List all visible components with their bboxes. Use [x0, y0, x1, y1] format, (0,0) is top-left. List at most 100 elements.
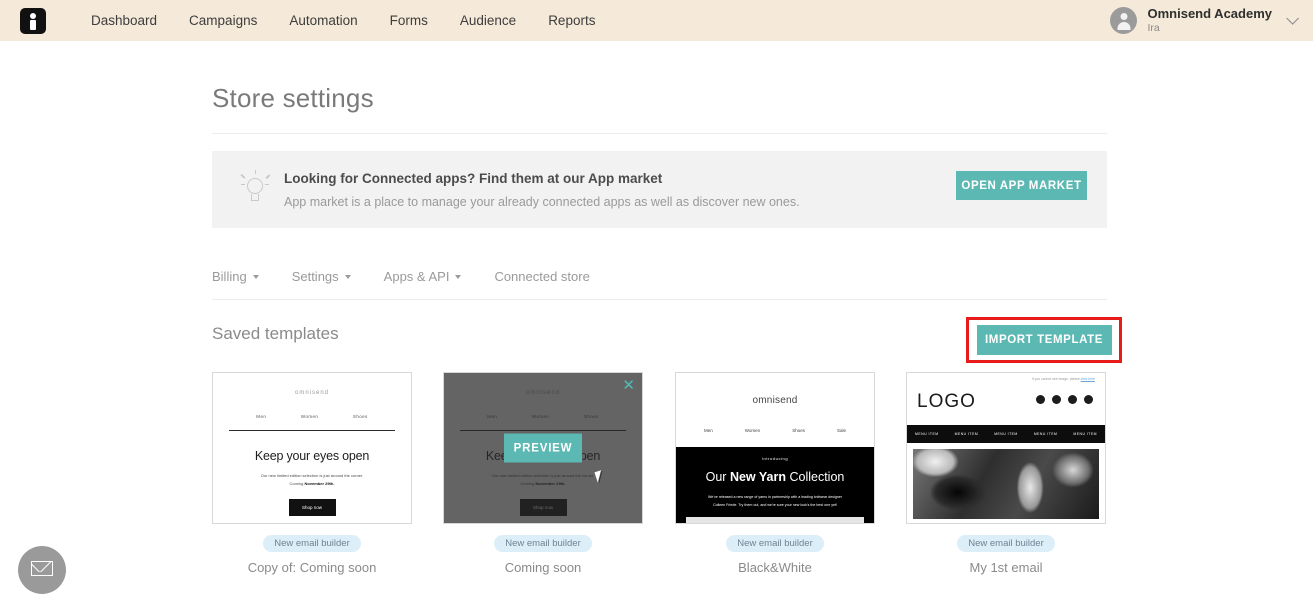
mock-headline: Keep your eyes open: [254, 449, 370, 463]
bulb-glass-shape: [247, 177, 263, 194]
tab-settings[interactable]: Settings: [292, 269, 351, 284]
nav-item-dashboard[interactable]: Dashboard: [91, 13, 157, 28]
tab-settings-label: Settings: [291, 269, 339, 284]
template-card: If you cannot see image, please click he…: [906, 372, 1106, 575]
mock-header: If you cannot see image, please click he…: [907, 373, 1105, 425]
logo-head-shape: [30, 12, 36, 19]
template-thumbnail-black-and-white[interactable]: omnisend Men Women Shoes Sale Introducin…: [675, 372, 875, 524]
omnisend-logo-icon[interactable]: [20, 7, 46, 34]
facebook-icon: [1036, 395, 1045, 404]
mock-nav: Men Women Shoes: [239, 414, 385, 419]
tab-connected-store-label: Connected store: [494, 269, 590, 284]
mock-hero-section: Introducing Our New Yarn Collection We'v…: [676, 447, 874, 523]
mock-headline: Our New Yarn Collection: [705, 470, 845, 484]
mock-nav-item: Men: [256, 414, 267, 419]
caret-down-icon: [455, 274, 462, 279]
import-template-button[interactable]: IMPORT TEMPLATE: [976, 325, 1112, 355]
template-badge: New email builder: [263, 535, 361, 552]
bulb-ray-right: [265, 183, 269, 185]
envelope-icon[interactable]: [18, 546, 66, 594]
saved-templates-heading: Saved templates: [212, 324, 339, 343]
mock-menu-item: MENU ITEM: [1033, 432, 1058, 436]
avatar-body-shape: [1117, 22, 1131, 30]
mock-cta-button: Shop now: [288, 499, 336, 517]
mock-subtext-line2: Coming November 29th.: [289, 480, 335, 486]
account-username: Ira: [1147, 21, 1160, 34]
template-card: omnisend Men Women Shoes Keep your eyes …: [212, 372, 412, 575]
youtube-icon: [1084, 395, 1093, 404]
mock-nav-item: Men: [704, 428, 713, 433]
title-divider: [212, 133, 1107, 134]
banner-text: Looking for Connected apps? Find them at…: [284, 171, 800, 209]
bulb-ray-left: [241, 183, 245, 185]
template-thumbnail-my-1st-email[interactable]: If you cannot see image, please click he…: [906, 372, 1106, 524]
mock-social-icons: [1036, 395, 1093, 404]
template-caption: Coming soon: [504, 560, 582, 575]
close-x-icon[interactable]: ✕: [622, 378, 635, 393]
template-caption: Copy of: Coming soon: [247, 560, 377, 575]
chevron-down-icon[interactable]: [1286, 12, 1299, 25]
template-badge: New email builder: [494, 535, 592, 552]
caret-down-icon: [252, 274, 259, 279]
mock-menu-item: MENU ITEM: [915, 432, 939, 436]
mock-menu-item: MENU ITEM: [1073, 432, 1097, 436]
settings-tabs: Billing Settings Apps & API Connected st…: [212, 269, 1107, 300]
bulb-ray-upper-right: [265, 173, 271, 179]
open-app-market-button[interactable]: OPEN APP MARKET: [956, 171, 1087, 200]
mock-subtext-line1: Our new limited edition selection is jus…: [260, 473, 364, 478]
preview-button[interactable]: PREVIEW: [504, 433, 582, 463]
user-avatar-icon: [1110, 7, 1138, 34]
banner-subtitle: App market is a place to manage your alr…: [284, 194, 800, 209]
template-card: omnisend Men Women Shoes Sale Introducin…: [675, 372, 875, 575]
app-market-banner: Looking for Connected apps? Find them at…: [212, 151, 1107, 228]
caret-down-icon: [344, 274, 351, 279]
nav-item-reports[interactable]: Reports: [548, 13, 595, 28]
account-menu[interactable]: Omnisend Academy Ira: [1110, 0, 1299, 41]
template-card: omnisend Men Women Shoes Keep your eyes …: [443, 372, 643, 575]
bulb-base-shape: [251, 193, 259, 201]
mock-divider: [229, 430, 395, 431]
tab-apps-api[interactable]: Apps & API: [384, 269, 462, 284]
template-caption: My 1st email: [969, 560, 1043, 575]
mock-logo-text: LOGO: [917, 391, 976, 412]
template-thumbnail-copy-of-coming-soon[interactable]: omnisend Men Women Shoes Keep your eyes …: [212, 372, 412, 524]
nav-item-automation[interactable]: Automation: [289, 13, 357, 28]
nav-item-campaigns[interactable]: Campaigns: [189, 13, 257, 28]
mock-nav: Men Women Shoes Sale: [688, 428, 862, 433]
instagram-icon: [1068, 395, 1077, 404]
template-caption: Black&White: [738, 560, 812, 575]
mock-nav-item: Women: [300, 414, 319, 419]
mock-brand: omnisend: [752, 395, 798, 406]
bulb-ray-top: [254, 169, 256, 174]
template-thumbnail-coming-soon[interactable]: omnisend Men Women Shoes Keep your eyes …: [443, 372, 643, 524]
mock-preheader: If you cannot see image, please click he…: [1031, 377, 1095, 381]
top-navigation-bar: Dashboard Campaigns Automation Forms Aud…: [0, 0, 1313, 41]
mock-body-line1: We've released a new range of yarns in p…: [707, 495, 843, 499]
import-template-highlight: IMPORT TEMPLATE: [966, 317, 1122, 363]
page-title: Store settings: [212, 83, 374, 113]
mock-body-text: We've released a new range of yarns in p…: [676, 494, 874, 509]
tab-billing[interactable]: Billing: [212, 269, 259, 284]
template-badge: New email builder: [726, 535, 824, 552]
mock-image-placeholder: [686, 517, 864, 523]
mock-menu-item: MENU ITEM: [954, 432, 979, 436]
envelope-flap-shape: [31, 561, 53, 572]
nav-item-audience[interactable]: Audience: [460, 13, 516, 28]
mock-hero-image: [913, 449, 1099, 519]
account-name: Omnisend Academy: [1147, 6, 1272, 21]
tab-connected-store[interactable]: Connected store: [494, 269, 589, 284]
nav-item-forms[interactable]: Forms: [390, 13, 428, 28]
mock-nav-item: Women: [744, 428, 761, 433]
mock-nav-item: Shoes: [792, 428, 805, 433]
mock-header: omnisend Men Women Shoes Sale: [676, 373, 874, 433]
template-badge: New email builder: [957, 535, 1055, 552]
mock-intro: Introducing: [761, 456, 789, 461]
bulb-ray-upper-left: [240, 173, 246, 179]
tab-apps-api-label: Apps & API: [383, 269, 450, 284]
mock-menu-bar: MENU ITEM MENU ITEM MENU ITEM MENU ITEM …: [907, 425, 1105, 443]
mock-menu-item: MENU ITEM: [994, 432, 1018, 436]
twitter-icon: [1052, 395, 1061, 404]
logo-body-shape: [30, 19, 36, 30]
lightbulb-icon: [238, 169, 272, 210]
mock-nav-item: Shoes: [352, 414, 368, 419]
